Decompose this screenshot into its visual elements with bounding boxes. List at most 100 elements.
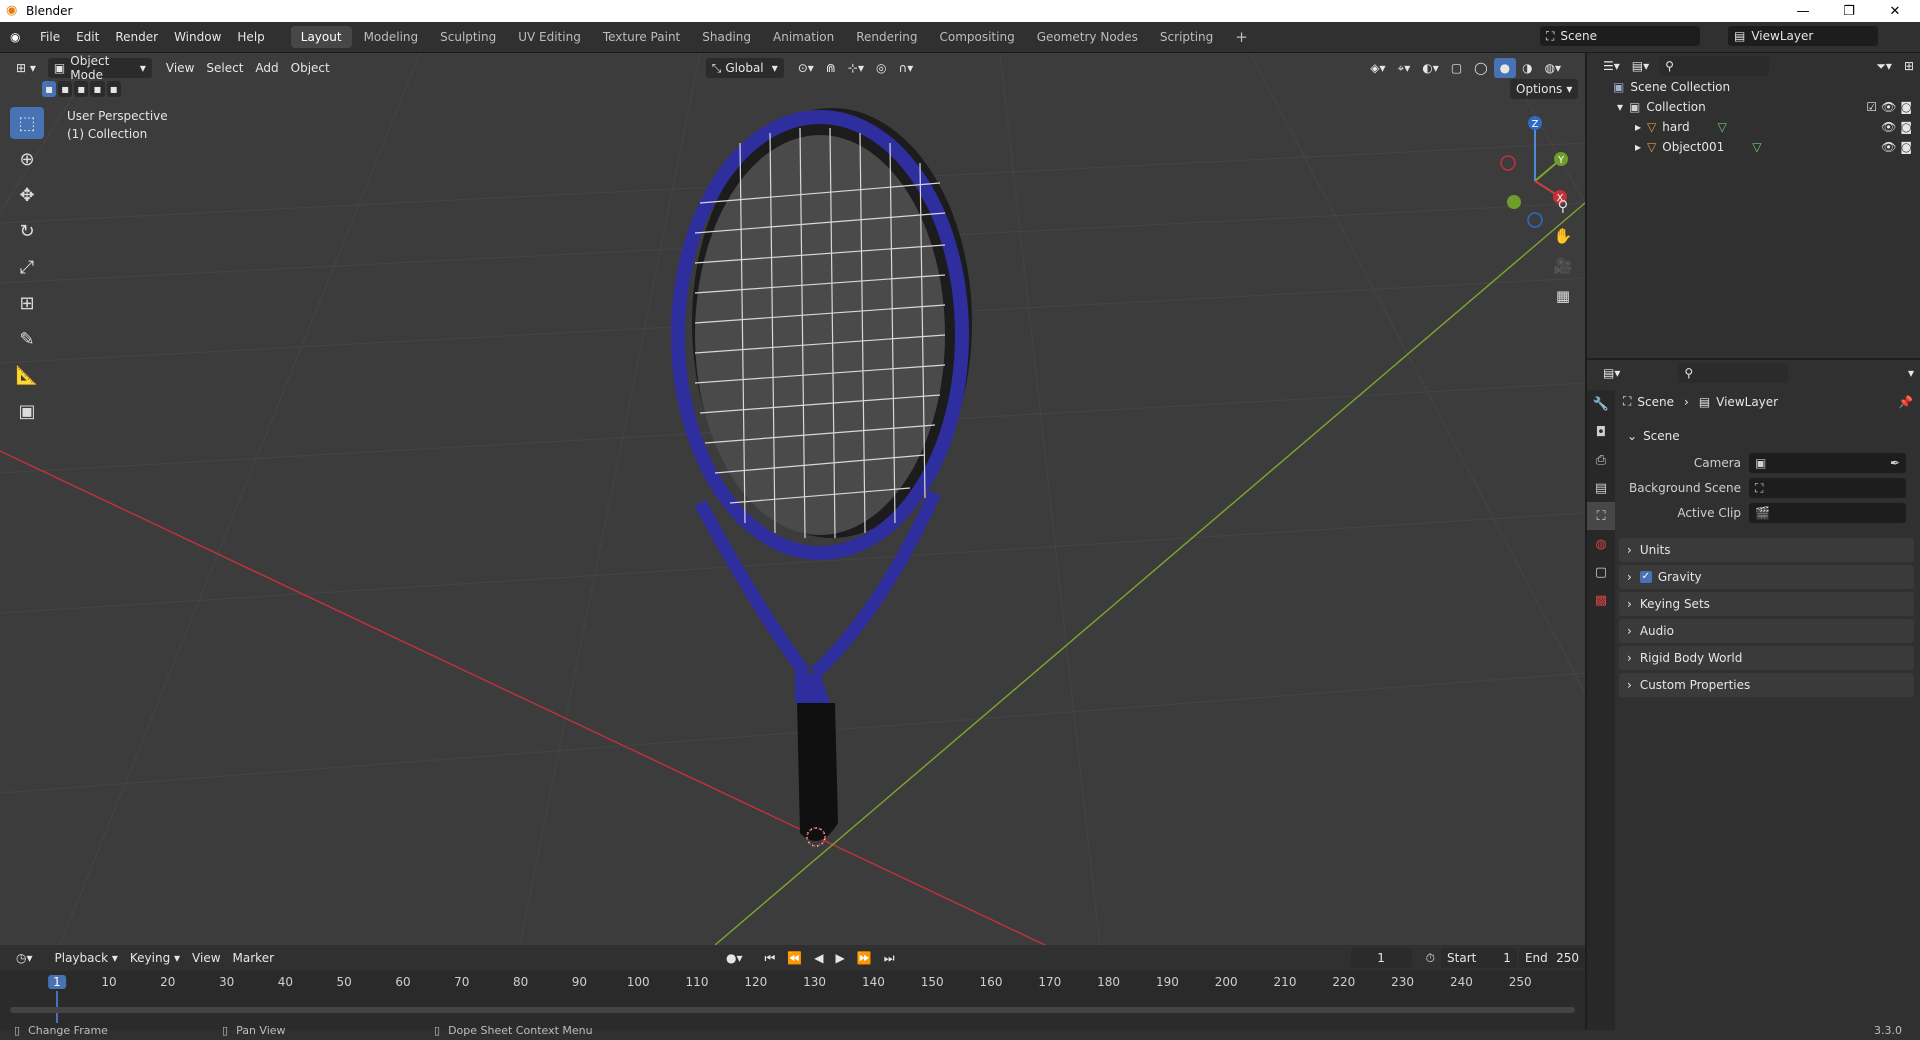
disclosure-right-icon[interactable]: ▸: [1635, 140, 1641, 154]
audio-panel-header[interactable]: › Audio: [1619, 619, 1914, 643]
tab-geometry-nodes[interactable]: Geometry Nodes: [1027, 26, 1148, 48]
record-keyframe-icon[interactable]: ●▾: [720, 948, 749, 968]
options-button[interactable]: Options ▾: [1510, 79, 1579, 99]
world-tab-icon[interactable]: ◍: [1587, 530, 1615, 558]
scene-panel-header[interactable]: ⌄ Scene: [1619, 424, 1914, 448]
timeline-menu-view[interactable]: View: [186, 948, 226, 968]
display-mode-icon[interactable]: ▤▾: [1626, 56, 1655, 76]
select-extend-icon[interactable]: ▪: [58, 81, 73, 97]
eye-icon[interactable]: 👁: [1881, 100, 1896, 114]
timeline-menu-playback[interactable]: Playback ▾: [49, 948, 124, 968]
editor-type-icon[interactable]: ⊞ ▾: [10, 58, 42, 78]
disclosure-down-icon[interactable]: ▾: [1617, 100, 1623, 114]
viewport-menu-object[interactable]: Object: [285, 58, 336, 78]
custom-properties-panel-header[interactable]: › Custom Properties: [1619, 673, 1914, 697]
tab-uv-editing[interactable]: UV Editing: [508, 26, 591, 48]
tab-modeling[interactable]: Modeling: [354, 26, 429, 48]
tab-compositing[interactable]: Compositing: [929, 26, 1024, 48]
tab-rendering[interactable]: Rendering: [846, 26, 927, 48]
prev-keyframe-icon[interactable]: ⏪: [781, 948, 808, 968]
scale-tool-icon[interactable]: ⤢: [10, 251, 44, 283]
new-collection-icon[interactable]: ⊞: [1898, 56, 1920, 76]
end-frame-field[interactable]: End 250: [1518, 948, 1585, 968]
annotate-tool-icon[interactable]: ✎: [10, 323, 44, 355]
outliner-object-hard[interactable]: ▸ ▽ hard ▽ 👁 ◙: [1587, 117, 1920, 137]
view-layer-tab-icon[interactable]: ▤: [1587, 474, 1615, 502]
tab-shading[interactable]: Shading: [692, 26, 761, 48]
select-new-icon[interactable]: ▪: [42, 81, 57, 97]
tab-animation[interactable]: Animation: [763, 26, 844, 48]
blender-menu-icon[interactable]: ◉: [10, 30, 24, 44]
3d-viewport[interactable]: Z Y X ⊞ ▾ ▣ Object Mode ▾ View Select Ad…: [0, 53, 1585, 945]
pivot-point-icon[interactable]: ⊙▾: [792, 58, 820, 78]
camera-icon[interactable]: ◙: [1900, 120, 1912, 134]
texture-tab-icon[interactable]: ▩: [1587, 586, 1615, 614]
disclosure-right-icon[interactable]: ▸: [1635, 120, 1641, 134]
transform-orientation-selector[interactable]: ⤡ Global ▾: [705, 58, 784, 78]
timeline-menu-marker[interactable]: Marker: [227, 948, 280, 968]
menu-window[interactable]: Window: [166, 22, 229, 53]
outliner-object-object001[interactable]: ▸ ▽ Object001 ▽ 👁 ◙: [1587, 137, 1920, 157]
render-tab-icon[interactable]: ◘: [1587, 418, 1615, 446]
timeline-ruler[interactable]: 1 10 20 30 40 50 60 70 80 90 100 110 120 130 140 150 160…: [0, 971, 1585, 1023]
units-panel-header[interactable]: › Units: [1619, 538, 1914, 562]
checkbox-icon[interactable]: ☑: [1866, 100, 1877, 114]
menu-render[interactable]: Render: [107, 22, 166, 53]
tab-scripting[interactable]: Scripting: [1150, 26, 1223, 48]
outliner-search-input[interactable]: ⚲: [1659, 56, 1770, 76]
measure-tool-icon[interactable]: 📐: [10, 359, 44, 391]
eye-icon[interactable]: 👁: [1881, 140, 1896, 154]
add-workspace-icon[interactable]: +: [1225, 26, 1258, 48]
collection-tab-icon[interactable]: ▢: [1587, 558, 1615, 586]
current-frame-field[interactable]: 1: [1350, 948, 1412, 968]
viewport-menu-view[interactable]: View: [160, 58, 200, 78]
rendered-shading-icon[interactable]: ◍▾: [1539, 58, 1568, 78]
jump-end-icon[interactable]: ⏭: [878, 948, 901, 968]
filter-icon[interactable]: ⏷▾: [1870, 56, 1898, 76]
tool-tab-icon[interactable]: 🔧: [1587, 390, 1615, 418]
camera-field[interactable]: ▣ ✒: [1749, 453, 1906, 473]
material-shading-icon[interactable]: ◑: [1516, 58, 1538, 78]
overlays-icon[interactable]: ◐▾: [1416, 58, 1445, 78]
eyedropper-icon[interactable]: ✒: [1890, 456, 1900, 470]
play-reverse-icon[interactable]: ◀: [808, 948, 829, 968]
scene-tab-icon[interactable]: ⛶: [1587, 502, 1615, 530]
eye-icon[interactable]: 👁: [1881, 120, 1896, 134]
chevron-down-icon[interactable]: ▾: [1902, 363, 1920, 383]
timeline-scrollbar[interactable]: [10, 1007, 1575, 1013]
editor-type-icon[interactable]: ◷▾: [10, 948, 39, 968]
viewlayer-selector[interactable]: ▤ ViewLayer: [1728, 26, 1878, 46]
close-window-button[interactable]: ✕: [1872, 0, 1918, 22]
tab-layout[interactable]: Layout: [290, 26, 352, 48]
camera-icon[interactable]: ◙: [1900, 140, 1912, 154]
menu-file[interactable]: File: [32, 22, 68, 53]
next-keyframe-icon[interactable]: ⏩: [851, 948, 878, 968]
tab-texture-paint[interactable]: Texture Paint: [593, 26, 690, 48]
tennis-racket-model[interactable]: [671, 108, 972, 841]
tab-sculpting[interactable]: Sculpting: [430, 26, 506, 48]
background-scene-field[interactable]: ⛶: [1749, 478, 1906, 498]
timeline-menu-keying[interactable]: Keying ▾: [124, 948, 186, 968]
camera-icon[interactable]: ◙: [1900, 100, 1912, 114]
editor-type-icon[interactable]: ☰▾: [1597, 56, 1626, 76]
start-frame-field[interactable]: Start 1: [1441, 948, 1517, 968]
maximize-button[interactable]: ❐: [1826, 0, 1872, 22]
gizmo-toggle-icon[interactable]: ⌖▾: [1392, 58, 1417, 78]
menu-edit[interactable]: Edit: [68, 22, 107, 53]
select-invert-icon[interactable]: ▪: [90, 81, 105, 97]
outliner-scene-collection[interactable]: ▣ Scene Collection: [1587, 77, 1920, 97]
pin-icon[interactable]: 📌: [1898, 395, 1913, 409]
pan-hand-icon[interactable]: ✋: [1550, 223, 1576, 249]
properties-search-input[interactable]: ⚲: [1678, 363, 1789, 383]
minimize-button[interactable]: —: [1780, 0, 1826, 22]
add-cube-tool-icon[interactable]: ▣: [10, 395, 44, 427]
visibility-icon[interactable]: ◈▾: [1364, 58, 1391, 78]
snap-target-icon[interactable]: ⊹▾: [842, 58, 870, 78]
menu-help[interactable]: Help: [229, 22, 272, 53]
rigid-body-world-panel-header[interactable]: › Rigid Body World: [1619, 646, 1914, 670]
scene-selector[interactable]: ⛶ Scene: [1540, 26, 1700, 46]
solid-shading-icon[interactable]: ●: [1493, 58, 1517, 78]
viewport-menu-add[interactable]: Add: [249, 58, 284, 78]
gravity-checkbox[interactable]: ✓: [1639, 571, 1652, 583]
perspective-toggle-icon[interactable]: ▦: [1550, 283, 1576, 309]
